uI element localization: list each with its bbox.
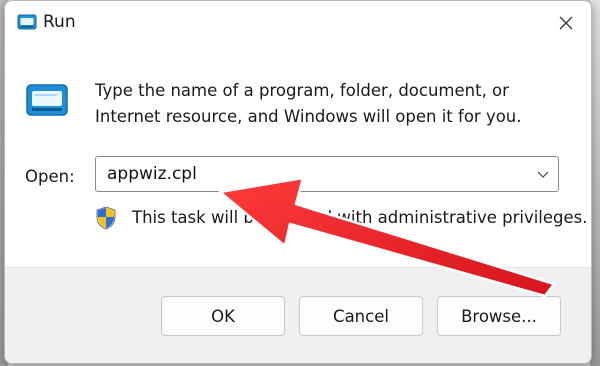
run-icon [17, 14, 37, 30]
open-label: Open: [25, 167, 75, 186]
close-icon [559, 16, 573, 30]
browse-button[interactable]: Browse... [437, 296, 561, 336]
admin-privileges-note: This task will be created with administr… [132, 208, 588, 227]
title-bar[interactable]: Run [5, 1, 591, 45]
button-bar: OK Cancel Browse... [5, 267, 591, 363]
open-combobox[interactable] [95, 156, 559, 192]
uac-shield-icon [96, 206, 116, 230]
window-title: Run [43, 12, 76, 32]
description-line-1: Type the name of a program, folder, docu… [95, 81, 509, 100]
cancel-button[interactable]: Cancel [299, 296, 423, 336]
chevron-down-icon[interactable] [536, 167, 550, 181]
description-line-2: Internet resource, and Windows will open… [95, 107, 522, 126]
open-input[interactable] [96, 157, 527, 191]
run-description: Type the name of a program, folder, docu… [95, 78, 565, 130]
close-button[interactable] [551, 9, 581, 37]
run-dialog: Run Type the name of a program, folder, … [4, 0, 592, 364]
run-program-icon [26, 84, 68, 116]
screen: Run Type the name of a program, folder, … [0, 0, 600, 366]
ok-button[interactable]: OK [161, 296, 285, 336]
